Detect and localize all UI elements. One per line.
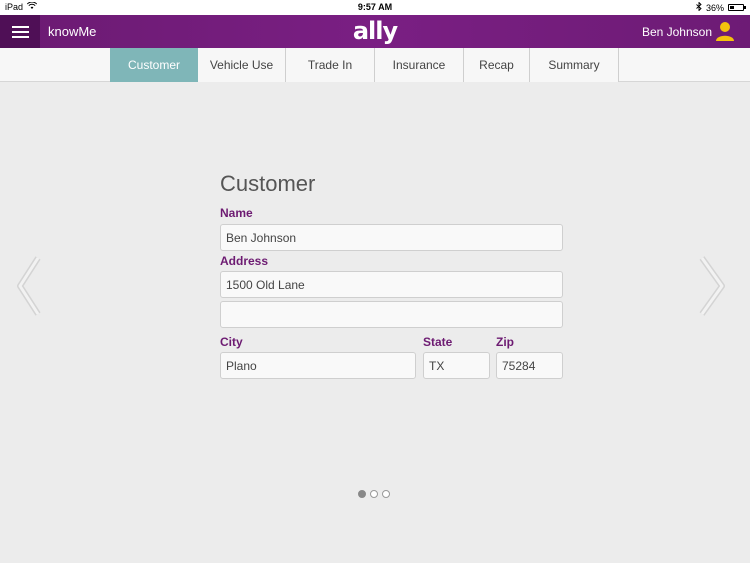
zip-label: Zip xyxy=(496,335,514,349)
address-label: Address xyxy=(220,254,269,268)
page-dot[interactable] xyxy=(382,490,390,498)
name-field[interactable]: Ben Johnson xyxy=(220,224,563,251)
name-label: Name xyxy=(220,206,253,220)
city-label: City xyxy=(220,335,243,349)
address-line1-field[interactable]: 1500 Old Lane xyxy=(220,271,563,298)
battery-icon xyxy=(728,4,746,11)
page-dot[interactable] xyxy=(358,490,366,498)
battery-percent: 36% xyxy=(705,2,724,13)
status-right: 36% xyxy=(696,1,746,13)
battery-fill xyxy=(730,6,734,9)
status-bar: iPad 9:57 AM 36% xyxy=(0,0,750,15)
tab-recap[interactable]: Recap xyxy=(464,48,530,82)
zip-field[interactable]: 75284 xyxy=(496,352,563,379)
user-icon[interactable] xyxy=(714,20,736,42)
page-dot[interactable] xyxy=(370,490,378,498)
user-name[interactable]: Ben Johnson xyxy=(642,25,712,39)
tab-vehicle-use[interactable]: Vehicle Use xyxy=(198,48,286,82)
previous-page-arrow-icon[interactable] xyxy=(14,256,54,316)
tab-customer[interactable]: Customer xyxy=(110,48,198,82)
status-time: 9:57 AM xyxy=(357,2,393,12)
tab-insurance[interactable]: Insurance xyxy=(375,48,464,82)
tabs: Customer Vehicle Use Trade In Insurance … xyxy=(110,48,619,82)
bluetooth-icon xyxy=(696,1,702,13)
next-page-arrow-icon[interactable] xyxy=(694,256,734,316)
city-field[interactable]: Plano xyxy=(220,352,416,379)
page-title: Customer xyxy=(220,171,316,196)
app-header: knowMe ally Ben Johnson xyxy=(0,15,750,48)
tab-summary[interactable]: Summary xyxy=(530,48,619,82)
tab-bar: Customer Vehicle Use Trade In Insurance … xyxy=(0,48,750,82)
state-field[interactable]: TX xyxy=(423,352,490,379)
page-indicator xyxy=(358,490,390,498)
address-line2-field[interactable] xyxy=(220,301,563,328)
state-label: State xyxy=(423,335,453,349)
tab-trade-in[interactable]: Trade In xyxy=(286,48,375,82)
brand-logo: ally xyxy=(352,17,398,45)
